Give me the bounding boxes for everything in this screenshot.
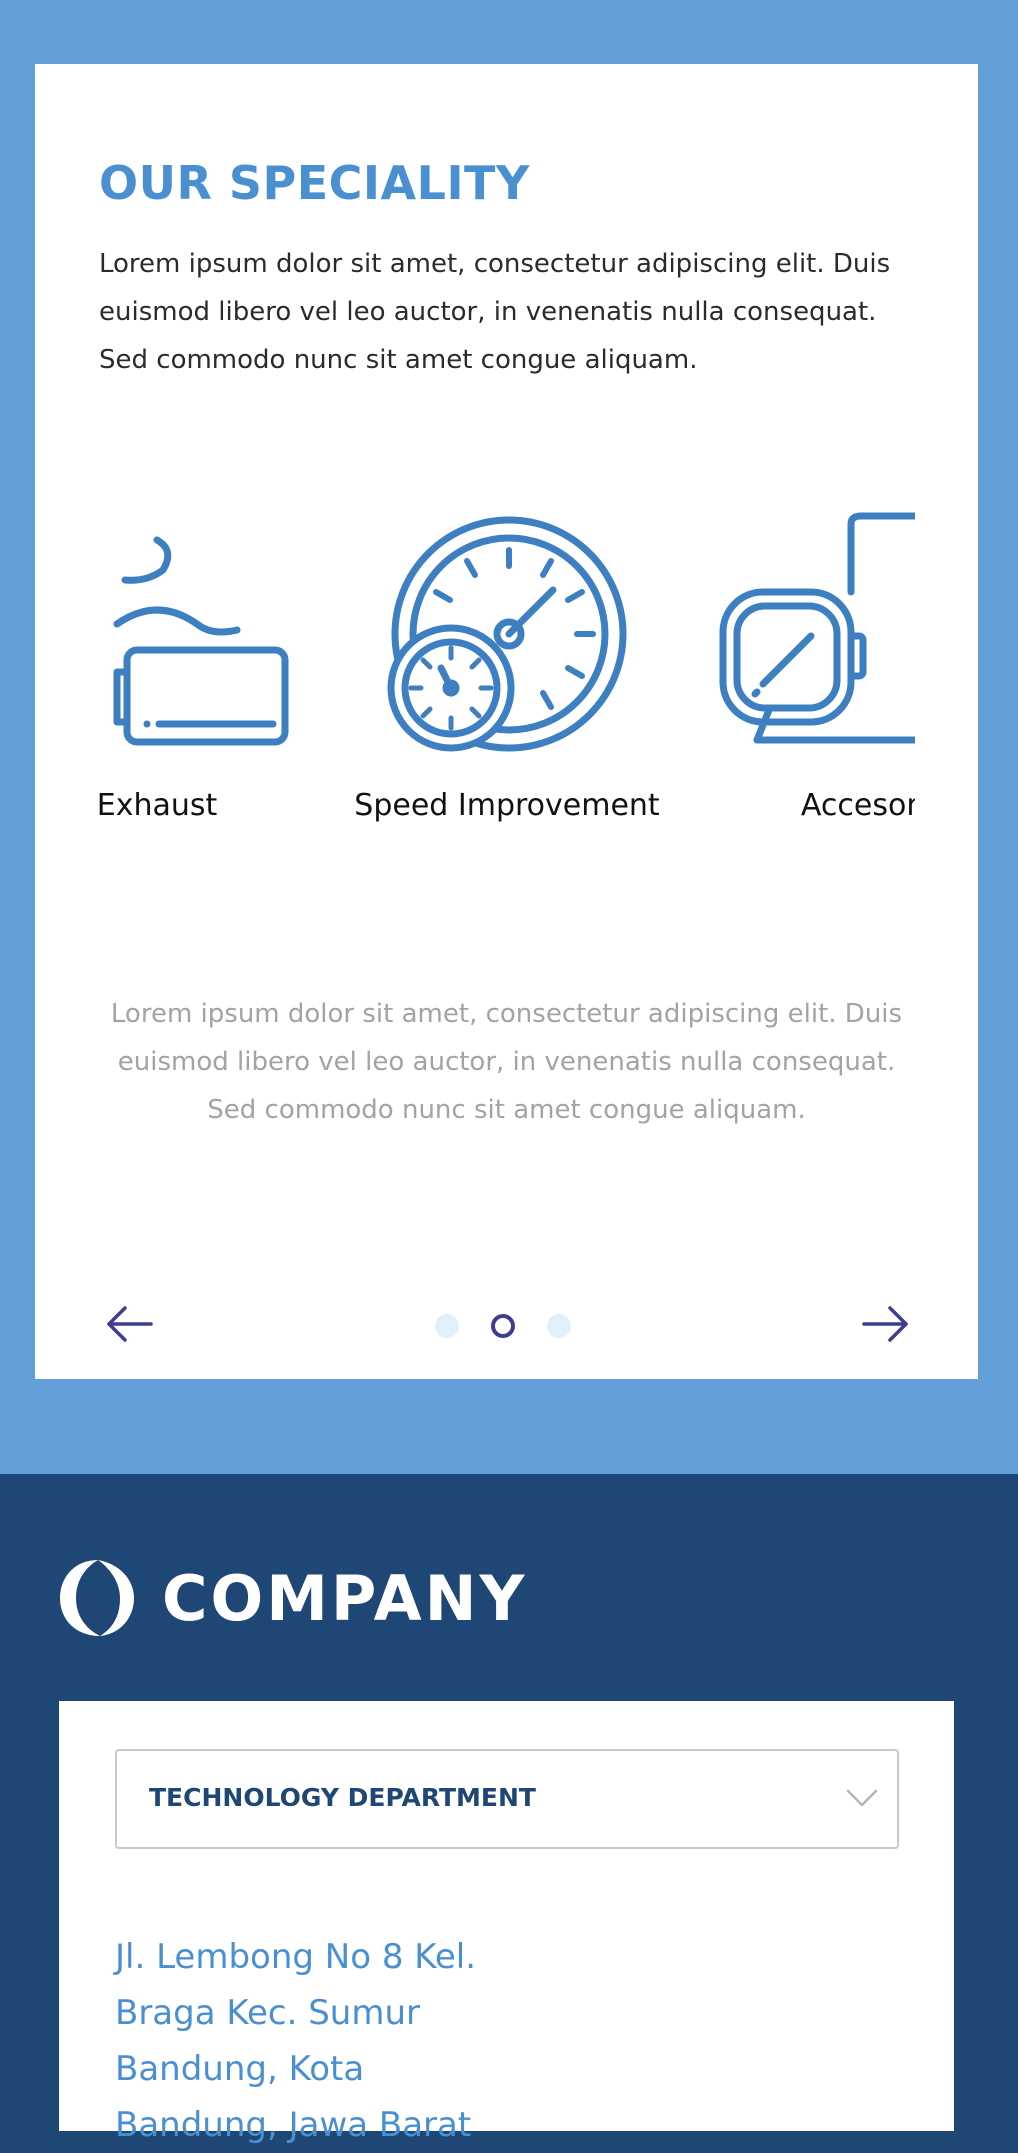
address-line: Bandung, Jawa Barat [115,2105,472,2145]
next-button[interactable] [860,1304,910,1344]
section-intro: Lorem ipsum dolor sit amet, consectetur … [99,249,891,375]
company-logo[interactable]: COMPANY [58,1556,524,1638]
slide-label: Exhaust [99,788,218,823]
exhaust-icon [113,536,289,746]
company-logo-icon [60,1560,134,1636]
pagination-dot-1[interactable] [435,1314,459,1338]
arrow-right-icon [862,1306,908,1342]
slide-label: Speed Improvement [354,788,660,823]
slide-speed-improvement[interactable]: Speed Improvement [337,444,677,844]
pagination-dot-2[interactable] [491,1314,515,1338]
speciality-carousel[interactable]: Exhaust Speed Improvement Accesor [99,444,915,864]
prev-button[interactable] [105,1304,155,1344]
company-address: Jl. Lembong No 8 Kel. Braga Kec. Sumur B… [115,1929,815,2153]
section-title: OUR SPECIALITY [99,156,530,210]
address-line: Braga Kec. Sumur [115,1993,420,2033]
chevron-down-icon [846,1789,878,1807]
department-select[interactable]: TECHNOLOGY DEPARTMENT [115,1749,899,1849]
side-mirror-icon [719,512,915,744]
slide-label: Accesories [800,788,915,823]
speedometer-icon [387,516,627,752]
speciality-card: OUR SPECIALITY Lorem ipsum dolor sit ame… [35,64,978,1379]
contact-card: TECHNOLOGY DEPARTMENT Jl. Lembong No 8 K… [59,1701,954,2145]
slide-caption: Lorem ipsum dolor sit amet, consectetur … [110,999,903,1125]
speciality-section: OUR SPECIALITY Lorem ipsum dolor sit ame… [0,0,1018,1474]
company-name: COMPANY [162,1562,528,1635]
slide-exhaust[interactable]: Exhaust [99,444,327,844]
slide-accesories[interactable]: Accesories [711,444,915,844]
address-line: Bandung, Kota [115,2049,365,2089]
address-line: Jl. Lembong No 8 Kel. [115,1937,477,1977]
arrow-left-icon [107,1306,153,1342]
department-selected-value: TECHNOLOGY DEPARTMENT [149,1783,536,1812]
pagination-dot-3[interactable] [547,1314,571,1338]
carousel-pagination [435,1312,635,1340]
